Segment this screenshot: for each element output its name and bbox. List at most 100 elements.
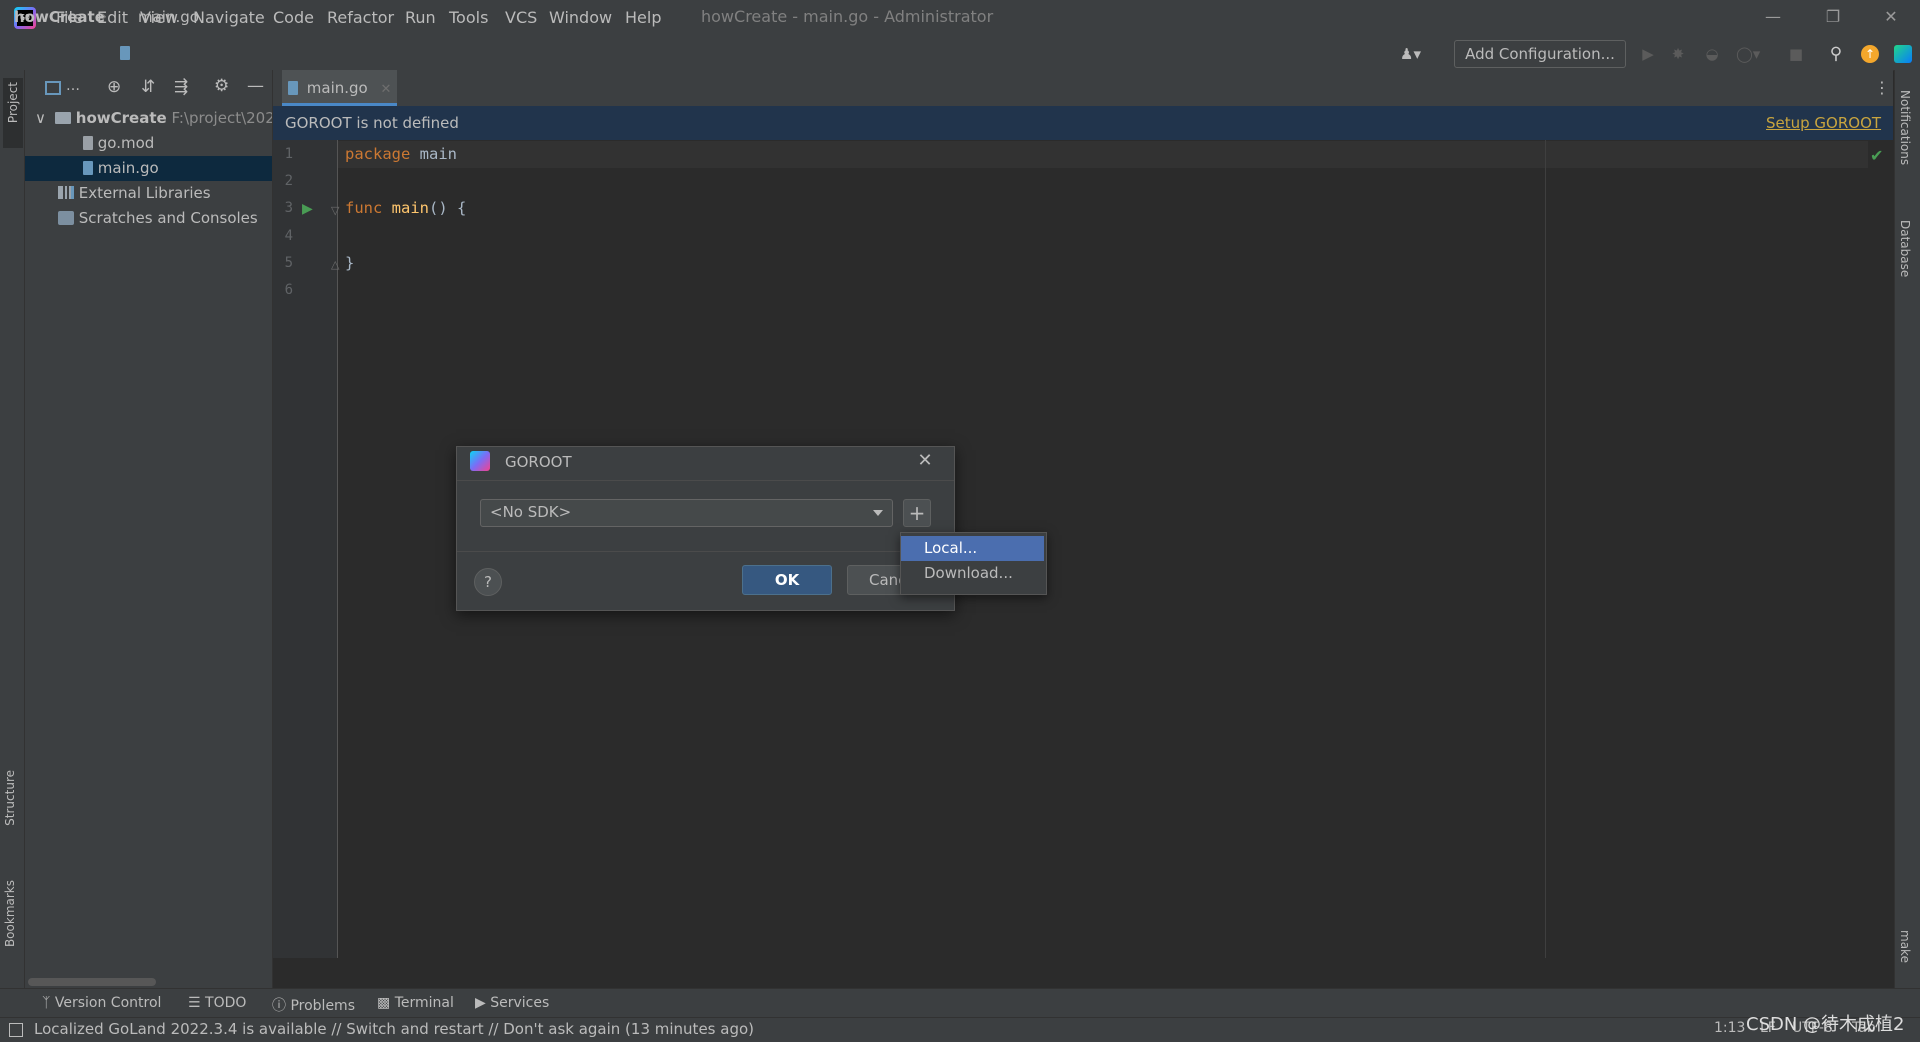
help-button[interactable]: ? xyxy=(474,568,502,596)
add-configuration-button[interactable]: Add Configuration... xyxy=(1454,40,1626,68)
search-icon[interactable]: ⚲ xyxy=(1826,44,1846,64)
run-gutter-icon[interactable]: ▶ xyxy=(302,201,313,217)
right-margin-guide xyxy=(1545,140,1546,958)
folder-icon xyxy=(55,112,71,124)
navigation-bar xyxy=(0,36,1920,71)
stop-icon[interactable]: ■ xyxy=(1786,44,1806,64)
popup-item-download[interactable]: Download... xyxy=(901,561,1044,586)
database-tool-tab[interactable]: Database xyxy=(1898,220,1912,277)
line-number: 6 xyxy=(284,282,293,298)
right-tool-strip xyxy=(1894,70,1920,990)
tree-item-external-libraries[interactable]: External Libraries xyxy=(25,181,272,206)
chevron-down-icon[interactable] xyxy=(873,510,883,516)
setup-goroot-link[interactable]: Setup GOROOT xyxy=(1766,114,1881,132)
fold-icon[interactable]: ▽ xyxy=(331,204,339,217)
notifications-tool-tab[interactable]: Notifications xyxy=(1898,90,1912,165)
breadcrumb-separator-icon: › xyxy=(101,7,107,25)
more-tabs-icon[interactable]: ⋮ xyxy=(1874,78,1890,97)
menu-refactor[interactable]: Refactor xyxy=(327,0,394,36)
status-message[interactable]: Localized GoLand 2022.3.4 is available /… xyxy=(34,1020,754,1038)
current-line-highlight xyxy=(338,141,1868,168)
tool-version-control[interactable]: ᛉ Version Control xyxy=(42,995,161,1011)
close-tab-icon[interactable]: ✕ xyxy=(381,82,392,97)
close-window-icon[interactable]: ✕ xyxy=(1866,0,1916,36)
tree-root-label: howCreate xyxy=(75,109,167,127)
coverage-icon[interactable]: ◒ xyxy=(1702,44,1722,64)
tab-main-go[interactable]: main.go ✕ xyxy=(282,70,397,106)
structure-tool-tab[interactable]: Structure xyxy=(3,770,17,826)
line-number: 4 xyxy=(284,228,293,244)
expand-all-icon[interactable]: ⇵ xyxy=(141,77,155,97)
popup-item-local[interactable]: Local... xyxy=(901,536,1044,561)
tree-item-label: External Libraries xyxy=(78,184,211,202)
watermark: CSDN @待木成植2 xyxy=(1746,1014,1905,1035)
jetbrains-toolbox-icon[interactable] xyxy=(1894,45,1912,63)
menu-help[interactable]: Help xyxy=(625,0,661,36)
caret-position[interactable]: 1:13 xyxy=(1714,1020,1745,1036)
bookmarks-tool-tab[interactable]: Bookmarks xyxy=(3,880,17,947)
goland-logo-icon xyxy=(470,451,490,471)
minimize-icon[interactable]: — xyxy=(1748,0,1798,36)
code-line-5: } xyxy=(345,254,355,272)
tree-item-main-go[interactable]: main.go xyxy=(25,156,272,181)
profile-icon[interactable]: ◯▾ xyxy=(1736,44,1760,64)
tree-item-go-mod[interactable]: go.mod xyxy=(25,131,272,156)
dialog-divider xyxy=(457,480,954,481)
check-icon[interactable]: ✔ xyxy=(1870,146,1883,165)
line-number: 3 xyxy=(284,200,293,216)
terminal-icon: ▩ xyxy=(377,995,391,1011)
line-number: 1 xyxy=(284,146,293,162)
update-icon[interactable]: ↑ xyxy=(1861,45,1879,63)
go-file-icon xyxy=(120,46,130,60)
line-number: 2 xyxy=(284,173,293,189)
tree-item-label: go.mod xyxy=(97,134,155,152)
scratches-icon xyxy=(58,211,74,225)
menu-navigate[interactable]: Navigate xyxy=(193,0,265,36)
branch-icon: ᛉ xyxy=(42,995,51,1011)
gear-icon[interactable]: ⚙ xyxy=(214,76,229,96)
project-horizontal-scrollbar[interactable] xyxy=(28,978,156,986)
go-file-icon xyxy=(83,161,93,175)
library-icon xyxy=(58,186,74,199)
tool-terminal[interactable]: ▩ Terminal xyxy=(377,995,454,1011)
dialog-title: GOROOT xyxy=(505,453,572,471)
menu-window[interactable]: Window xyxy=(549,0,612,36)
tree-item-scratches[interactable]: Scratches and Consoles xyxy=(25,206,272,231)
tool-todo[interactable]: ☰ TODO xyxy=(188,995,246,1011)
close-icon[interactable]: ✕ xyxy=(914,450,936,472)
fold-end-icon[interactable]: △ xyxy=(331,258,339,271)
make-tool-tab[interactable]: make xyxy=(1898,930,1912,963)
chevron-down-icon[interactable]: ∨ xyxy=(35,106,55,131)
user-icon[interactable]: ♟▾ xyxy=(1400,44,1421,64)
menu-vcs[interactable]: VCS xyxy=(505,0,537,36)
menu-run[interactable]: Run xyxy=(405,0,436,36)
project-view-icon[interactable] xyxy=(45,81,61,95)
tool-problems[interactable]: ⓘ Problems xyxy=(272,995,355,1015)
code-line-1: package main xyxy=(345,145,457,163)
tree-root-howcreate[interactable]: ∨ howCreate F:\project\202 xyxy=(25,106,272,131)
run-icon[interactable]: ▶ xyxy=(1638,44,1658,64)
ok-button[interactable]: OK xyxy=(742,565,832,595)
line-number: 5 xyxy=(284,255,293,271)
project-tool-tab[interactable]: Project xyxy=(3,78,23,148)
add-sdk-button[interactable]: + xyxy=(903,499,931,527)
locate-icon[interactable]: ⊕ xyxy=(107,77,121,97)
banner-message: GOROOT is not defined xyxy=(285,114,459,132)
toggle-tool-windows-icon[interactable] xyxy=(9,1023,23,1037)
services-icon: ▶ xyxy=(475,995,486,1011)
menu-tools[interactable]: Tools xyxy=(449,0,488,36)
menu-code[interactable]: Code xyxy=(273,0,314,36)
tool-services[interactable]: ▶ Services xyxy=(475,995,549,1011)
breadcrumb-project[interactable]: howCreate xyxy=(14,8,105,26)
debug-icon[interactable]: ✸ xyxy=(1668,44,1688,64)
view-dropdown-icon[interactable]: … xyxy=(66,78,80,94)
mod-file-icon xyxy=(83,136,93,150)
tree-root-path: F:\project\202 xyxy=(171,109,272,127)
window-title: howCreate - main.go - Administrator xyxy=(701,7,994,26)
go-file-icon xyxy=(288,81,298,95)
hide-panel-icon[interactable]: — xyxy=(247,76,264,96)
breadcrumb-file[interactable]: main.go xyxy=(138,8,199,26)
tree-item-label: Scratches and Consoles xyxy=(78,209,258,227)
restore-icon[interactable]: ❐ xyxy=(1808,0,1858,36)
collapse-all-icon[interactable]: ⇶ xyxy=(174,77,188,97)
